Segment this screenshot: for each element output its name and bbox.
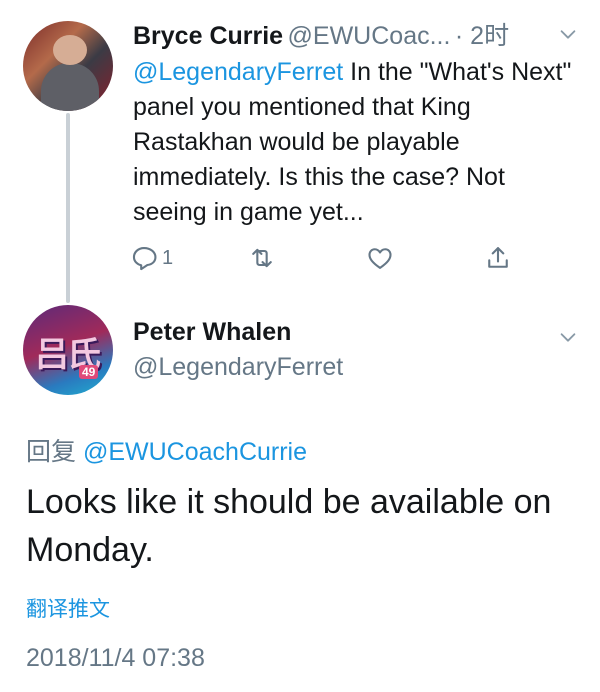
avatar-figure-body xyxy=(41,63,99,111)
retweet-icon xyxy=(252,248,272,268)
reply-count: 1 xyxy=(162,246,174,269)
author-name[interactable]: Bryce Currie xyxy=(133,22,283,50)
translate-tweet-link[interactable]: 翻译推文 xyxy=(26,593,110,623)
retweet-button[interactable] xyxy=(248,242,276,274)
reply-text: Looks like it should be available on Mon… xyxy=(26,483,552,569)
avatar-peter-whalen[interactable]: 吕氏 49 xyxy=(23,305,113,395)
tweet-time: · 2时 xyxy=(454,22,510,50)
thread-connector-line xyxy=(66,113,70,303)
reply-to-label: 回复 xyxy=(26,438,77,466)
avatar-figure-head xyxy=(53,35,87,65)
mention-link[interactable]: @LegendaryFerret xyxy=(133,58,343,86)
chevron-down-icon[interactable] xyxy=(557,326,579,348)
reply-icon xyxy=(132,247,157,271)
reply-button[interactable]: 1 xyxy=(130,242,173,274)
like-button[interactable] xyxy=(366,242,394,274)
reply-to-line: 回复 @EWUCoachCurrie xyxy=(26,432,307,468)
share-button[interactable] xyxy=(484,242,512,274)
reply-author-name[interactable]: Peter Whalen xyxy=(133,318,291,347)
heart-icon xyxy=(368,248,392,269)
author-handle[interactable]: @EWUCoac... xyxy=(288,22,451,50)
tweet-text: @LegendaryFerret In the "What's Next" pa… xyxy=(133,55,573,230)
tweet-actions: 1 xyxy=(0,242,600,274)
reply-to-handle[interactable]: @EWUCoachCurrie xyxy=(83,438,307,466)
avatar-tag: 49 xyxy=(79,365,99,379)
reply-timestamp: 2018/11/4 07:38 xyxy=(26,644,205,672)
avatar-bryce-currie[interactable] xyxy=(23,21,113,111)
share-icon xyxy=(488,247,508,268)
chevron-down-icon[interactable] xyxy=(557,23,579,45)
reply-author-handle[interactable]: @LegendaryFerret xyxy=(133,353,343,382)
tweet-header: Bryce Currie @EWUCoac... · 2时 xyxy=(133,16,509,52)
